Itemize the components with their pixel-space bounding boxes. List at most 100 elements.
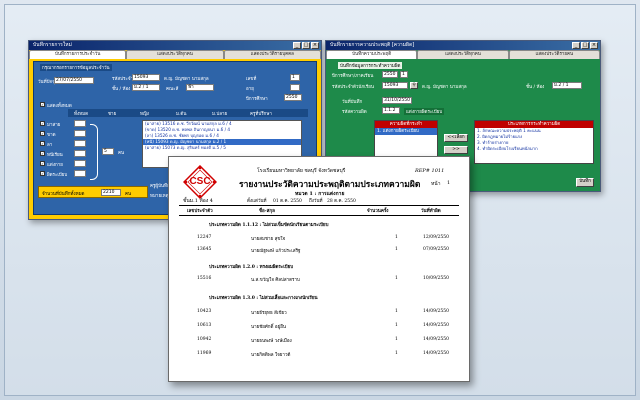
checkbox-skip[interactable]: ✓ xyxy=(40,151,45,156)
report-title: รายงานประวัติความประพฤติตามประเภทความผิด xyxy=(239,180,421,190)
tab-person-history[interactable]: แสดงประวัติรายบุคคล xyxy=(223,50,321,59)
group-label: ประเภทความผิด 1.3.0 : ไม่สวมเสื้อและกางเ… xyxy=(209,296,318,301)
rules-count[interactable] xyxy=(74,170,86,177)
filter-radio-row: ทั้งหมด ชาย หญิง ม.ต้น ม.ปลาย ครูที่ปรึก… xyxy=(68,109,308,117)
code-field[interactable]: 1.1.2 xyxy=(382,107,400,114)
cell-name: น.ส.ขวัญใจ ศิลปสาตราบ xyxy=(251,278,300,283)
radio-all[interactable]: ทั้งหมด xyxy=(74,110,88,117)
tab-daily-record[interactable]: บันทึกรายการประจำวัน xyxy=(29,50,127,59)
dress-count[interactable] xyxy=(74,160,86,167)
checkbox-dress[interactable]: ✓ xyxy=(40,161,45,166)
right-tabs: บันทึกความประพฤติ แสดงประวัติทุกคน แสดงป… xyxy=(326,50,600,59)
col-name: ชื่อ-สกุล xyxy=(259,209,275,214)
tab-behavior[interactable]: บันทึกความประพฤติ xyxy=(326,50,418,59)
code-desc: แต่งกายผิดระเบียบ xyxy=(404,108,445,115)
type-list-header: ประเภทการกระทำความผิด xyxy=(475,121,593,128)
skip-count[interactable] xyxy=(74,150,86,157)
tab-person[interactable]: แสดงประวัติรายคน xyxy=(508,50,600,59)
logo-text: CSC xyxy=(189,176,211,187)
checkbox-absent[interactable]: ✓ xyxy=(40,131,45,136)
range-from-label: ตั้งแต่วันที่ xyxy=(247,199,267,204)
code-label: รหัสความผิด xyxy=(342,110,367,115)
rid-field[interactable]: 15093 xyxy=(382,82,408,89)
cell-name: นายกิตติพล ใจยาวดี xyxy=(251,353,291,358)
table-row: 10423 นายธีรยุทธ สีเขียว 1 14/09/2550 xyxy=(169,307,469,317)
tab-all-history[interactable]: แสดงประวัติทุกคน xyxy=(126,50,224,59)
rdate-field[interactable]: 31/10/2550 xyxy=(382,97,412,104)
cell-id: 10613 xyxy=(197,323,212,328)
cell-name: นายธีรยุทธ สีเขียว xyxy=(251,311,287,316)
cell-count: 1 xyxy=(395,235,398,240)
check-late-label: มาสาย xyxy=(47,123,61,128)
right-section-title: บันทึกข้อมูลการกระทำความผิด xyxy=(338,62,403,69)
select-forward-button[interactable]: >> xyxy=(444,146,468,154)
cell-id: 10423 xyxy=(197,309,212,314)
report-preview: CSC โรงเรียนมหาวิทยาลัย ชลบุรี จังหวัดชล… xyxy=(168,156,470,382)
right-window-title: บันทึกรายการความประพฤติ [ความผิด] xyxy=(330,42,415,48)
minimize-icon[interactable]: _ xyxy=(572,42,580,49)
classroom-field[interactable]: ม.2 / 1 xyxy=(132,84,160,91)
check-all-checkbox[interactable]: ✓ xyxy=(40,102,45,107)
list-item[interactable]: (มาสาย) 15073 ด.ญ. สุรินทร์ ทองดี ม.5 / … xyxy=(143,145,301,151)
student-id-field[interactable]: 15093 xyxy=(132,74,160,81)
total-field: 2210 xyxy=(101,189,121,196)
left-window-titlebar: บันทึกรายการใหม่ _ □ × xyxy=(29,41,321,50)
radio-female[interactable]: หญิง xyxy=(140,110,149,117)
type-list[interactable]: ประเภทการกระทำความผิด 1. ลักษณะความประพฤ… xyxy=(474,120,594,164)
checkbox-late[interactable]: ✓ xyxy=(40,121,45,126)
cell-count: 1 xyxy=(395,309,398,314)
checkbox-rules[interactable]: ✓ xyxy=(40,171,45,176)
total-unit: คน xyxy=(125,192,132,197)
total-box: จำนวนที่บันทึกทั้งหมด 2210 คน xyxy=(38,186,148,198)
term-field[interactable]: 1 xyxy=(400,71,408,78)
rclass-field[interactable]: ม.2 / 1 xyxy=(552,82,582,89)
group-header: ประเภทความผิด 1.2.0 : ทรงผมผิดระเบียบ xyxy=(169,261,469,271)
maximize-icon[interactable]: □ xyxy=(581,42,589,49)
close-icon[interactable]: × xyxy=(590,42,598,49)
close-icon[interactable]: × xyxy=(311,42,319,49)
save-button[interactable]: บันทึก xyxy=(576,178,594,187)
cell-date: 14/09/2550 xyxy=(423,337,449,342)
column-header-row: เลขประจำตัว ชื่อ-สกุล จำนวนครั้ง วันที่ท… xyxy=(169,205,469,215)
year-field[interactable]: 2550 xyxy=(284,94,302,101)
table-row: 15516 น.ส.ขวัญใจ ศิลปสาตราบ 1 10/09/2550 xyxy=(169,274,469,284)
range-to: 28 ต.ค. 2550 xyxy=(327,199,356,204)
age-field[interactable] xyxy=(290,84,300,91)
absent-count[interactable] xyxy=(74,130,86,137)
check-absent-label: ขาด xyxy=(47,133,56,138)
list-item[interactable]: 4. ทำผิดระเบียบโรงเรียนหนักมาก xyxy=(475,146,593,152)
list-item[interactable]: 1. แต่งกายผิดระเบียบ xyxy=(375,128,437,135)
class-line: ชั้นม.1 ห้อง 4 xyxy=(183,198,213,204)
checkbox-leave[interactable]: ✓ xyxy=(40,141,45,146)
cell-id: 15516 xyxy=(197,276,212,281)
page-label: หน้า xyxy=(431,181,441,187)
radio-lower[interactable]: ม.ต้น xyxy=(176,110,186,117)
table-row: 10613 นายชัยศักดิ์ อยู่ยืน 1 14/09/2550 xyxy=(169,321,469,331)
date-field[interactable]: 27/07/2550 xyxy=(54,77,94,84)
radio-upper[interactable]: ม.ปลาย xyxy=(212,110,227,117)
house-field[interactable]: ฟ้า xyxy=(186,84,214,91)
table-row: 12247 นายสมชาย สุขใจ 1 12/09/2550 xyxy=(169,233,469,243)
radio-advisor[interactable]: ครูที่ปรึกษา xyxy=(250,110,272,117)
term-year-field[interactable]: 2550 xyxy=(382,71,398,78)
cell-name: นายสมชาย สุขใจ xyxy=(251,237,286,242)
year-label: ปีการศึกษา xyxy=(246,97,268,102)
select-back-button[interactable]: <<เลือก xyxy=(444,134,468,142)
binoculars-icon[interactable]: ⚲ xyxy=(410,82,418,89)
range-to-label: ถึงวันที่ xyxy=(309,199,323,204)
student-name: ด.ญ. มัญชดา นามสกุล xyxy=(164,77,209,82)
teacher-label: ครูผู้บันทึก xyxy=(150,184,170,189)
maximize-icon[interactable]: □ xyxy=(302,42,310,49)
late-count[interactable] xyxy=(74,120,86,127)
group-label: ประเภทความผิด 1.1.12 : ไม่สวมเข็มขัดนักเ… xyxy=(209,223,329,228)
minimize-icon[interactable]: _ xyxy=(293,42,301,49)
radio-male[interactable]: ชาย xyxy=(108,110,116,117)
tab-all[interactable]: แสดงประวัติทุกคน xyxy=(417,50,509,59)
total-label: จำนวนที่บันทึกทั้งหมด xyxy=(42,192,85,197)
col-date: วันที่ทำผิด xyxy=(421,209,441,214)
leave-count[interactable] xyxy=(74,140,86,147)
rdate-label: วันที่บันทึก xyxy=(342,100,363,105)
no-field[interactable]: 1 xyxy=(290,74,300,81)
rclass-label: ชั้น / ห้อง xyxy=(526,85,545,90)
cell-count: 1 xyxy=(395,247,398,252)
